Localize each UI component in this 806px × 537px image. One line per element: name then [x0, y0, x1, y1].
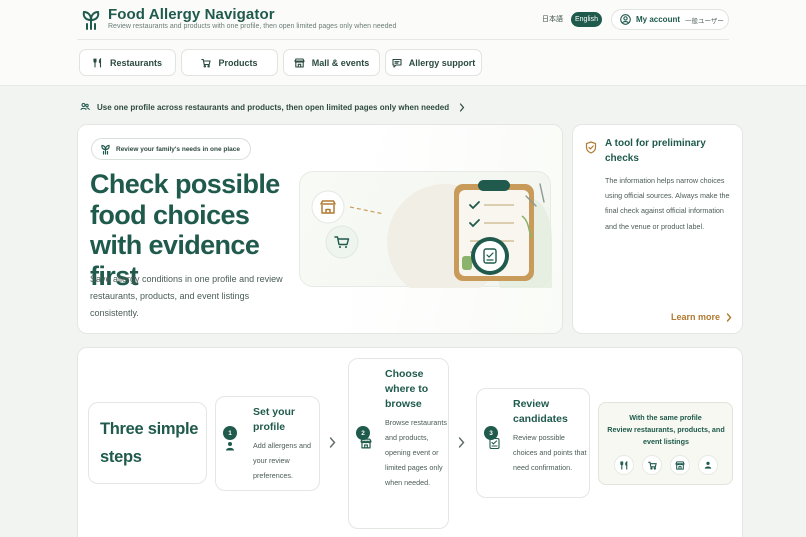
my-account-button[interactable]: My account 一般ユーザー [611, 9, 729, 30]
pill-text: Review your family's needs in one place [116, 145, 241, 153]
nav-restaurants[interactable]: Restaurants [79, 49, 176, 76]
nav-allergy-support[interactable]: Allergy support [385, 49, 482, 76]
same-profile-text: Review restaurants, products, and event … [607, 425, 725, 446]
step-card-2: 2 Choose where to browse Browse restaura… [348, 358, 449, 529]
step-card-3: 3 Review candidates Review possible choi… [476, 388, 590, 498]
user-icon [698, 455, 718, 475]
user-circle-icon [620, 14, 631, 25]
tool-title: A tool for preliminary checks [605, 138, 706, 164]
language-switcher: 日本語 English [538, 12, 602, 27]
notice-text: Use one profile across restaurants and p… [97, 102, 450, 112]
tool-info-card: A tool for preliminary checks The inform… [572, 124, 743, 334]
step-description: Browse restaurants and products, opening… [385, 418, 447, 487]
step-title: Set your profile [253, 406, 296, 433]
nav-mall-events[interactable]: Mall & events [283, 49, 380, 76]
account-user-type: 一般ユーザー [685, 17, 724, 25]
nav-products[interactable]: Products [181, 49, 278, 76]
step-title: Choose where to browse [385, 368, 429, 410]
cart-icon [642, 455, 662, 475]
chat-icon [392, 58, 402, 68]
store-icon [360, 438, 372, 449]
fork-knife-icon [93, 57, 103, 68]
same-profile-card: With the same profile Review restaurants… [598, 402, 733, 485]
steps-section: Three simple steps 1 Set your profile Ad… [77, 347, 743, 537]
store-icon [670, 455, 690, 475]
cart-icon [201, 58, 212, 68]
step-description: Review possible choices and points that … [513, 433, 587, 472]
cart-bubble-icon [325, 225, 359, 259]
fork-knife-icon [614, 455, 634, 475]
clipboard-icon [454, 180, 534, 281]
chevron-right-icon [459, 102, 465, 112]
sprout-logo-icon[interactable] [81, 9, 101, 31]
steps-title-card: Three simple steps [88, 402, 207, 484]
tool-description: The information helps narrow choices usi… [605, 176, 730, 231]
users-icon [80, 102, 90, 112]
brand-title[interactable]: Food Allergy Navigator [108, 6, 275, 23]
shield-check-icon [585, 141, 597, 154]
chevron-right-icon [726, 312, 732, 322]
hero-illustration [299, 171, 552, 288]
nav-label: Mall & events [311, 57, 370, 68]
hero-card: Review your family's needs in one place … [77, 124, 563, 334]
steps-title: Three simple steps [100, 420, 199, 466]
user-icon [225, 441, 235, 451]
lang-ja-button[interactable]: 日本語 [538, 12, 567, 27]
nav-label: Allergy support [408, 57, 476, 68]
account-label: My account [636, 15, 681, 24]
chevron-right-icon [458, 437, 465, 448]
chevron-right-icon [329, 437, 336, 448]
lang-en-button[interactable]: English [571, 12, 602, 27]
nav-label: Restaurants [109, 57, 163, 68]
nav-label: Products [218, 57, 258, 68]
brand-subtitle: Review restaurants and products with one… [108, 23, 397, 30]
hero-pill: Review your family's needs in one place [91, 138, 252, 160]
site-header: Food Allergy Navigator Review restaurant… [0, 0, 806, 86]
header-divider [77, 39, 729, 40]
same-profile-title: With the same profile [629, 413, 702, 422]
hero-description: Save allergy conditions in one profile a… [90, 274, 283, 319]
step-card-1: 1 Set your profile Add allergens and you… [215, 396, 320, 491]
step-description: Add allergens and your review preference… [253, 441, 311, 480]
clipboard-check-icon [489, 437, 500, 449]
store-icon [294, 57, 305, 68]
step-title: Review candidates [513, 398, 568, 425]
learn-more-label: Learn more [671, 312, 721, 322]
store-bubble-icon [311, 190, 345, 224]
learn-more-link[interactable]: Learn more [671, 312, 732, 322]
step-number: 1 [223, 426, 237, 440]
sprout-icon [100, 144, 111, 155]
profile-notice[interactable]: Use one profile across restaurants and p… [80, 102, 465, 112]
